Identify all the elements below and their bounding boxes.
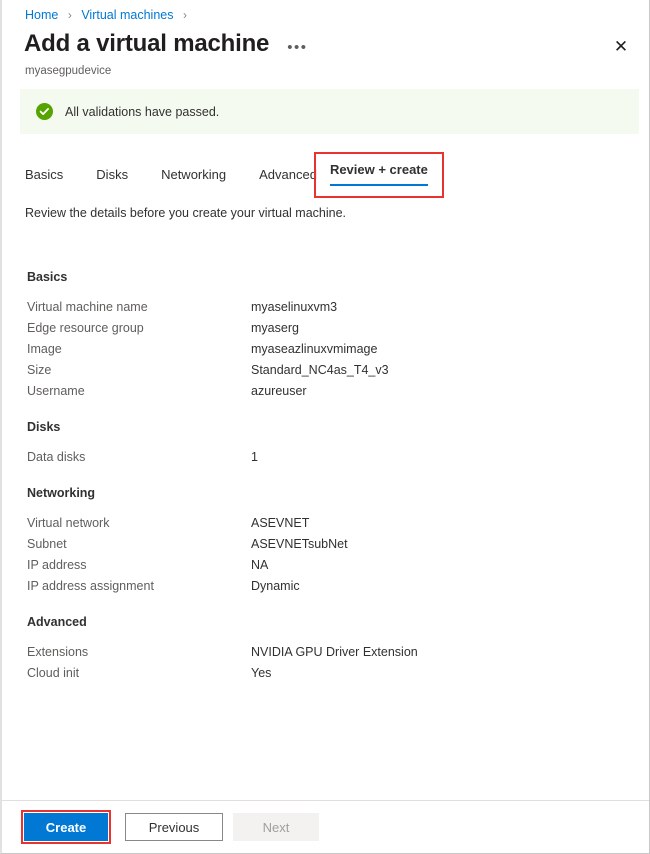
create-button[interactable]: Create [24,813,108,841]
tab-networking[interactable]: Networking [161,163,226,185]
detail-row: Edge resource group myaserg [2,317,650,338]
detail-row: Username azureuser [2,380,650,401]
page-title: Add a virtual machine [24,29,269,59]
detail-row: Virtual network ASEVNET [2,512,650,533]
validation-message: All validations have passed. [65,105,219,119]
detail-row: Virtual machine name myaselinuxvm3 [2,296,650,317]
section-basics: Basics Virtual machine name myaselinuxvm… [2,270,650,401]
section-advanced: Advanced Extensions NVIDIA GPU Driver Ex… [2,615,650,683]
validation-banner: All validations have passed. [20,89,639,134]
detail-label: Size [2,363,251,377]
detail-label: IP address [2,558,251,572]
review-details: Basics Virtual machine name myaselinuxvm… [2,270,650,702]
detail-row: Cloud init Yes [2,662,650,683]
detail-label: Subnet [2,537,251,551]
detail-row: Extensions NVIDIA GPU Driver Extension [2,641,650,662]
detail-value: ASEVNETsubNet [251,537,348,551]
device-subtitle: myasegpudevice [25,64,111,79]
section-heading: Disks [2,420,650,434]
breadcrumb-item-home[interactable]: Home [25,8,58,22]
detail-value: NA [251,558,268,572]
intro-text: Review the details before you create you… [25,206,346,220]
tab-disks[interactable]: Disks [96,163,128,185]
tab-review-create[interactable]: Review + create [330,162,428,186]
detail-value: azureuser [251,384,307,398]
breadcrumb-separator-icon: › [68,8,72,22]
detail-row: IP address NA [2,554,650,575]
tab-review-create-highlight: Review + create [314,152,444,198]
section-heading: Basics [2,270,650,284]
detail-value: myaserg [251,321,299,335]
previous-button[interactable]: Previous [125,813,223,841]
detail-value: Dynamic [251,579,300,593]
detail-label: Image [2,342,251,356]
detail-row: Size Standard_NC4as_T4_v3 [2,359,650,380]
detail-row: Image myaseazlinuxvmimage [2,338,650,359]
detail-value: NVIDIA GPU Driver Extension [251,645,418,659]
next-button: Next [233,813,319,841]
wizard-footer: Create Previous Next [2,801,650,853]
section-heading: Advanced [2,615,650,629]
breadcrumb-item-virtual-machines[interactable]: Virtual machines [81,8,173,22]
success-check-icon [36,103,53,120]
detail-value: Standard_NC4as_T4_v3 [251,363,389,377]
tab-basics[interactable]: Basics [25,163,63,185]
detail-label: Virtual machine name [2,300,251,314]
more-options-icon[interactable]: ••• [287,43,307,53]
detail-label: IP address assignment [2,579,251,593]
detail-label: Data disks [2,450,251,464]
header-title-row: Add a virtual machine ••• [24,29,307,59]
detail-row: Data disks 1 [2,446,650,467]
detail-label: Cloud init [2,666,251,680]
create-button-highlight: Create [21,810,111,844]
wizard-tabs: Basics Disks Networking Advanced Review … [25,163,444,198]
detail-label: Extensions [2,645,251,659]
breadcrumb: Home › Virtual machines › [25,7,193,23]
section-heading: Networking [2,486,650,500]
detail-row: IP address assignment Dynamic [2,575,650,596]
detail-value: myaseazlinuxvmimage [251,342,377,356]
breadcrumb-separator-trailing-icon: › [183,8,187,22]
detail-label: Virtual network [2,516,251,530]
detail-row: Subnet ASEVNETsubNet [2,533,650,554]
detail-value: 1 [251,450,258,464]
detail-label: Username [2,384,251,398]
detail-value: myaselinuxvm3 [251,300,337,314]
tab-advanced[interactable]: Advanced [259,163,317,185]
section-networking: Networking Virtual network ASEVNET Subne… [2,486,650,596]
detail-label: Edge resource group [2,321,251,335]
detail-value: Yes [251,666,271,680]
add-virtual-machine-blade: Home › Virtual machines › Add a virtual … [0,0,650,854]
detail-value: ASEVNET [251,516,309,530]
close-icon[interactable]: ✕ [610,36,632,58]
section-disks: Disks Data disks 1 [2,420,650,467]
